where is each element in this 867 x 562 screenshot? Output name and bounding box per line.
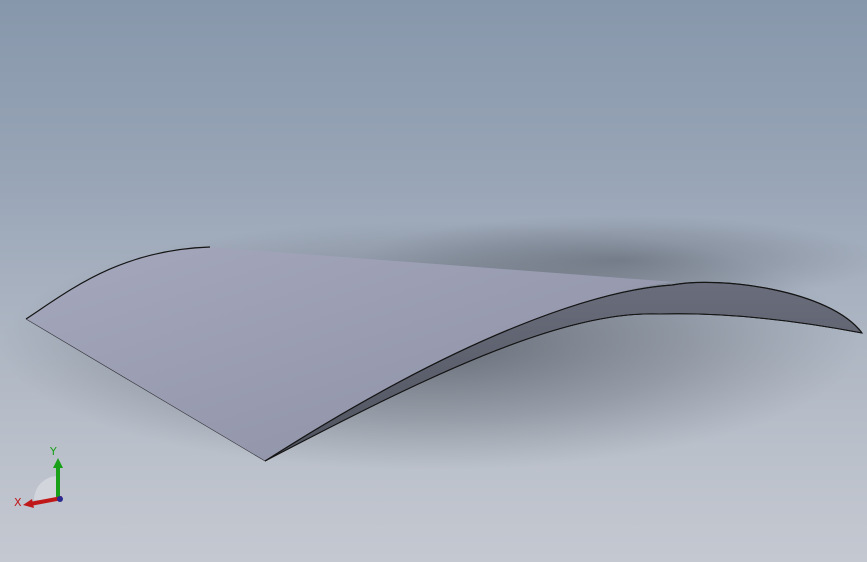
reference-triad: Y X	[14, 445, 63, 509]
triad-y-label: Y	[49, 445, 57, 458]
triad-x-label: X	[14, 496, 22, 509]
graphics-viewport[interactable]: Y X	[0, 0, 867, 562]
model-surface[interactable]	[0, 0, 867, 562]
triad-dome	[34, 476, 58, 500]
triad-x-arrow-icon	[23, 499, 34, 508]
triad-origin	[57, 496, 63, 502]
triad-y-arrow-icon	[53, 458, 63, 468]
